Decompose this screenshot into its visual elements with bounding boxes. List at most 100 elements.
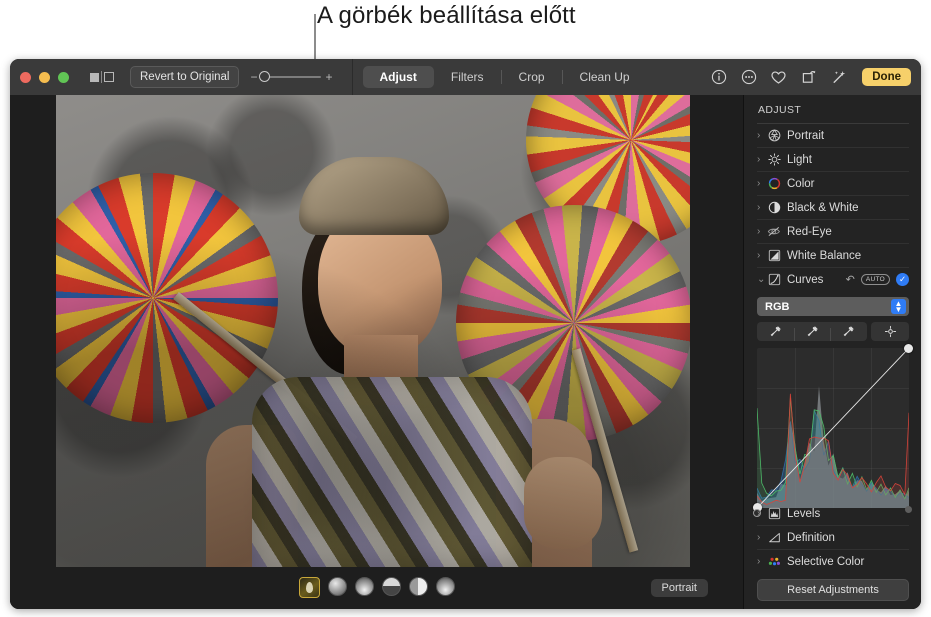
filter-thumbnail-dramatic[interactable] xyxy=(381,577,401,596)
red-eye-icon xyxy=(767,225,781,239)
split-view-right-pane xyxy=(104,72,114,82)
sidebar-item-portrait[interactable]: › Portrait xyxy=(757,124,909,148)
sidebar-item-label: Light xyxy=(787,153,812,166)
zoom-out-icon[interactable]: − xyxy=(250,71,257,83)
sidebar-title: ADJUST xyxy=(758,104,802,116)
chevron-down-icon[interactable]: ⌄ xyxy=(757,274,767,285)
photo-preview[interactable] xyxy=(56,95,690,567)
callout-label: A görbék beállítása előtt xyxy=(317,2,576,29)
auto-enhance-wand-icon[interactable] xyxy=(830,69,847,86)
curves-panel: RGB ▲ ▼ xyxy=(753,297,913,517)
sidebar-item-label: Definition xyxy=(787,531,835,544)
chevron-right-icon[interactable]: › xyxy=(757,532,767,543)
minimize-window-button[interactable] xyxy=(39,71,50,83)
chevron-up-down-icon[interactable]: ▲ ▼ xyxy=(891,299,906,314)
sidebar-item-black-and-white[interactable]: › Black & White xyxy=(757,196,909,220)
zoom-in-icon[interactable]: + xyxy=(326,71,333,83)
favorite-heart-icon[interactable] xyxy=(770,69,787,86)
channel-select[interactable]: RGB ▲ ▼ xyxy=(757,297,909,316)
split-view-left-pane xyxy=(90,72,99,82)
portrait-badge[interactable]: Portrait xyxy=(650,579,708,597)
sidebar-item-definition[interactable]: › Definition xyxy=(757,526,909,550)
selective-color-icon xyxy=(767,555,781,569)
levels-icon xyxy=(767,507,781,521)
tab-filters[interactable]: Filters xyxy=(434,66,501,88)
chevron-right-icon[interactable]: › xyxy=(757,250,767,261)
sidebar-item-label: Selective Color xyxy=(787,555,865,568)
tab-crop[interactable]: Crop xyxy=(502,66,562,88)
gray-point-eyedropper-icon[interactable] xyxy=(793,325,831,341)
filter-thumbnail-strip xyxy=(10,577,743,598)
white-balance-icon xyxy=(767,249,781,263)
revert-to-original-button[interactable]: Revert to Original xyxy=(130,66,240,88)
sidebar-item-label: Portrait xyxy=(787,129,825,142)
chevron-right-icon[interactable]: › xyxy=(757,178,767,189)
filter-thumbnail-original[interactable] xyxy=(298,577,320,598)
bottom-bar: Portrait xyxy=(10,573,743,609)
zoom-slider-track[interactable] xyxy=(258,71,321,82)
chevron-right-icon[interactable]: › xyxy=(757,508,767,519)
filter-thumbnail-vivid-warm[interactable] xyxy=(354,577,374,596)
sidebar-item-color[interactable]: › Color xyxy=(757,172,909,196)
split-view-divider xyxy=(101,71,102,83)
zoom-slider-knob[interactable] xyxy=(258,71,270,82)
chevron-right-icon[interactable]: › xyxy=(757,154,767,165)
maximize-window-button[interactable] xyxy=(58,71,69,83)
curves-histogram-graph[interactable] xyxy=(753,344,913,517)
aperture-icon xyxy=(767,129,781,143)
black-point-eyedropper-icon[interactable] xyxy=(757,325,794,338)
adjust-sidebar: ADJUST › Portrait › Light › Color › Blac… xyxy=(743,95,921,609)
sidebar-item-label: Black & White xyxy=(787,201,859,214)
chevron-right-icon[interactable]: › xyxy=(757,226,767,237)
sidebar-item-label: White Balance xyxy=(787,249,862,262)
chevron-down-glyph: ▼ xyxy=(894,304,903,314)
toolbar-right-icons: Done xyxy=(710,68,921,86)
canvas-area: Portrait xyxy=(10,95,743,609)
sidebar-item-light[interactable]: › Light xyxy=(757,148,909,172)
definition-icon xyxy=(767,531,781,545)
info-icon[interactable] xyxy=(710,69,727,86)
done-button[interactable]: Done xyxy=(862,68,911,86)
chevron-right-icon[interactable]: › xyxy=(757,130,767,141)
sun-icon xyxy=(767,153,781,167)
curve-white-point-handle[interactable] xyxy=(904,344,913,353)
sidebar-item-label: Color xyxy=(787,177,815,190)
eyedropper-group xyxy=(757,322,867,341)
photos-editor-window: Revert to Original − + Adjust Filters Cr… xyxy=(10,59,921,609)
curves-tool-row xyxy=(757,322,909,341)
undo-arrow-icon[interactable]: ↶ xyxy=(846,273,855,286)
sidebar-item-label: Red-Eye xyxy=(787,225,832,238)
sidebar-item-white-balance[interactable]: › White Balance xyxy=(757,244,909,268)
tab-adjust[interactable]: Adjust xyxy=(362,66,434,88)
sidebar-item-red-eye[interactable]: › Red-Eye xyxy=(757,220,909,244)
sidebar-item-label: Levels xyxy=(787,507,821,520)
sidebar-item-curves[interactable]: ⌄ Curves ↶ AUTO ✓ xyxy=(757,268,909,291)
toolbar-divider xyxy=(351,59,353,95)
curves-row-controls: ↶ AUTO ✓ xyxy=(846,273,909,286)
zoom-slider[interactable]: − + xyxy=(250,71,333,83)
contrast-circle-icon xyxy=(767,201,781,215)
sidebar-item-selective-color[interactable]: › Selective Color xyxy=(757,550,909,573)
color-wheel-icon xyxy=(767,177,781,191)
split-view-icon[interactable] xyxy=(90,71,114,83)
more-options-icon[interactable] xyxy=(740,69,757,86)
filter-thumbnail-mono[interactable] xyxy=(408,577,428,596)
crosshair-target-icon[interactable] xyxy=(871,322,909,341)
curves-auto-button[interactable]: AUTO xyxy=(860,274,890,285)
sidebar-item-label: Curves xyxy=(787,273,824,286)
subject-clothing xyxy=(252,377,532,567)
sidebar-lower-items: › Levels › Definition › Selective Color xyxy=(744,502,921,573)
filter-thumbnail-silvertone[interactable] xyxy=(435,577,455,596)
rotate-icon[interactable] xyxy=(800,69,817,86)
filter-thumbnail-vivid[interactable] xyxy=(327,577,347,596)
white-point-eyedropper-icon[interactable] xyxy=(830,325,867,341)
sidebar-item-levels[interactable]: › Levels xyxy=(757,502,909,526)
curves-enabled-checkbox[interactable]: ✓ xyxy=(896,273,909,286)
tab-clean-up[interactable]: Clean Up xyxy=(563,66,647,88)
reset-adjustments-button[interactable]: Reset Adjustments xyxy=(757,579,909,601)
curves-icon xyxy=(767,273,781,287)
close-window-button[interactable] xyxy=(20,71,31,83)
chevron-right-icon[interactable]: › xyxy=(757,202,767,213)
content-area: Portrait ADJUST › Portrait › Light › Col… xyxy=(10,95,921,609)
chevron-right-icon[interactable]: › xyxy=(757,556,767,567)
